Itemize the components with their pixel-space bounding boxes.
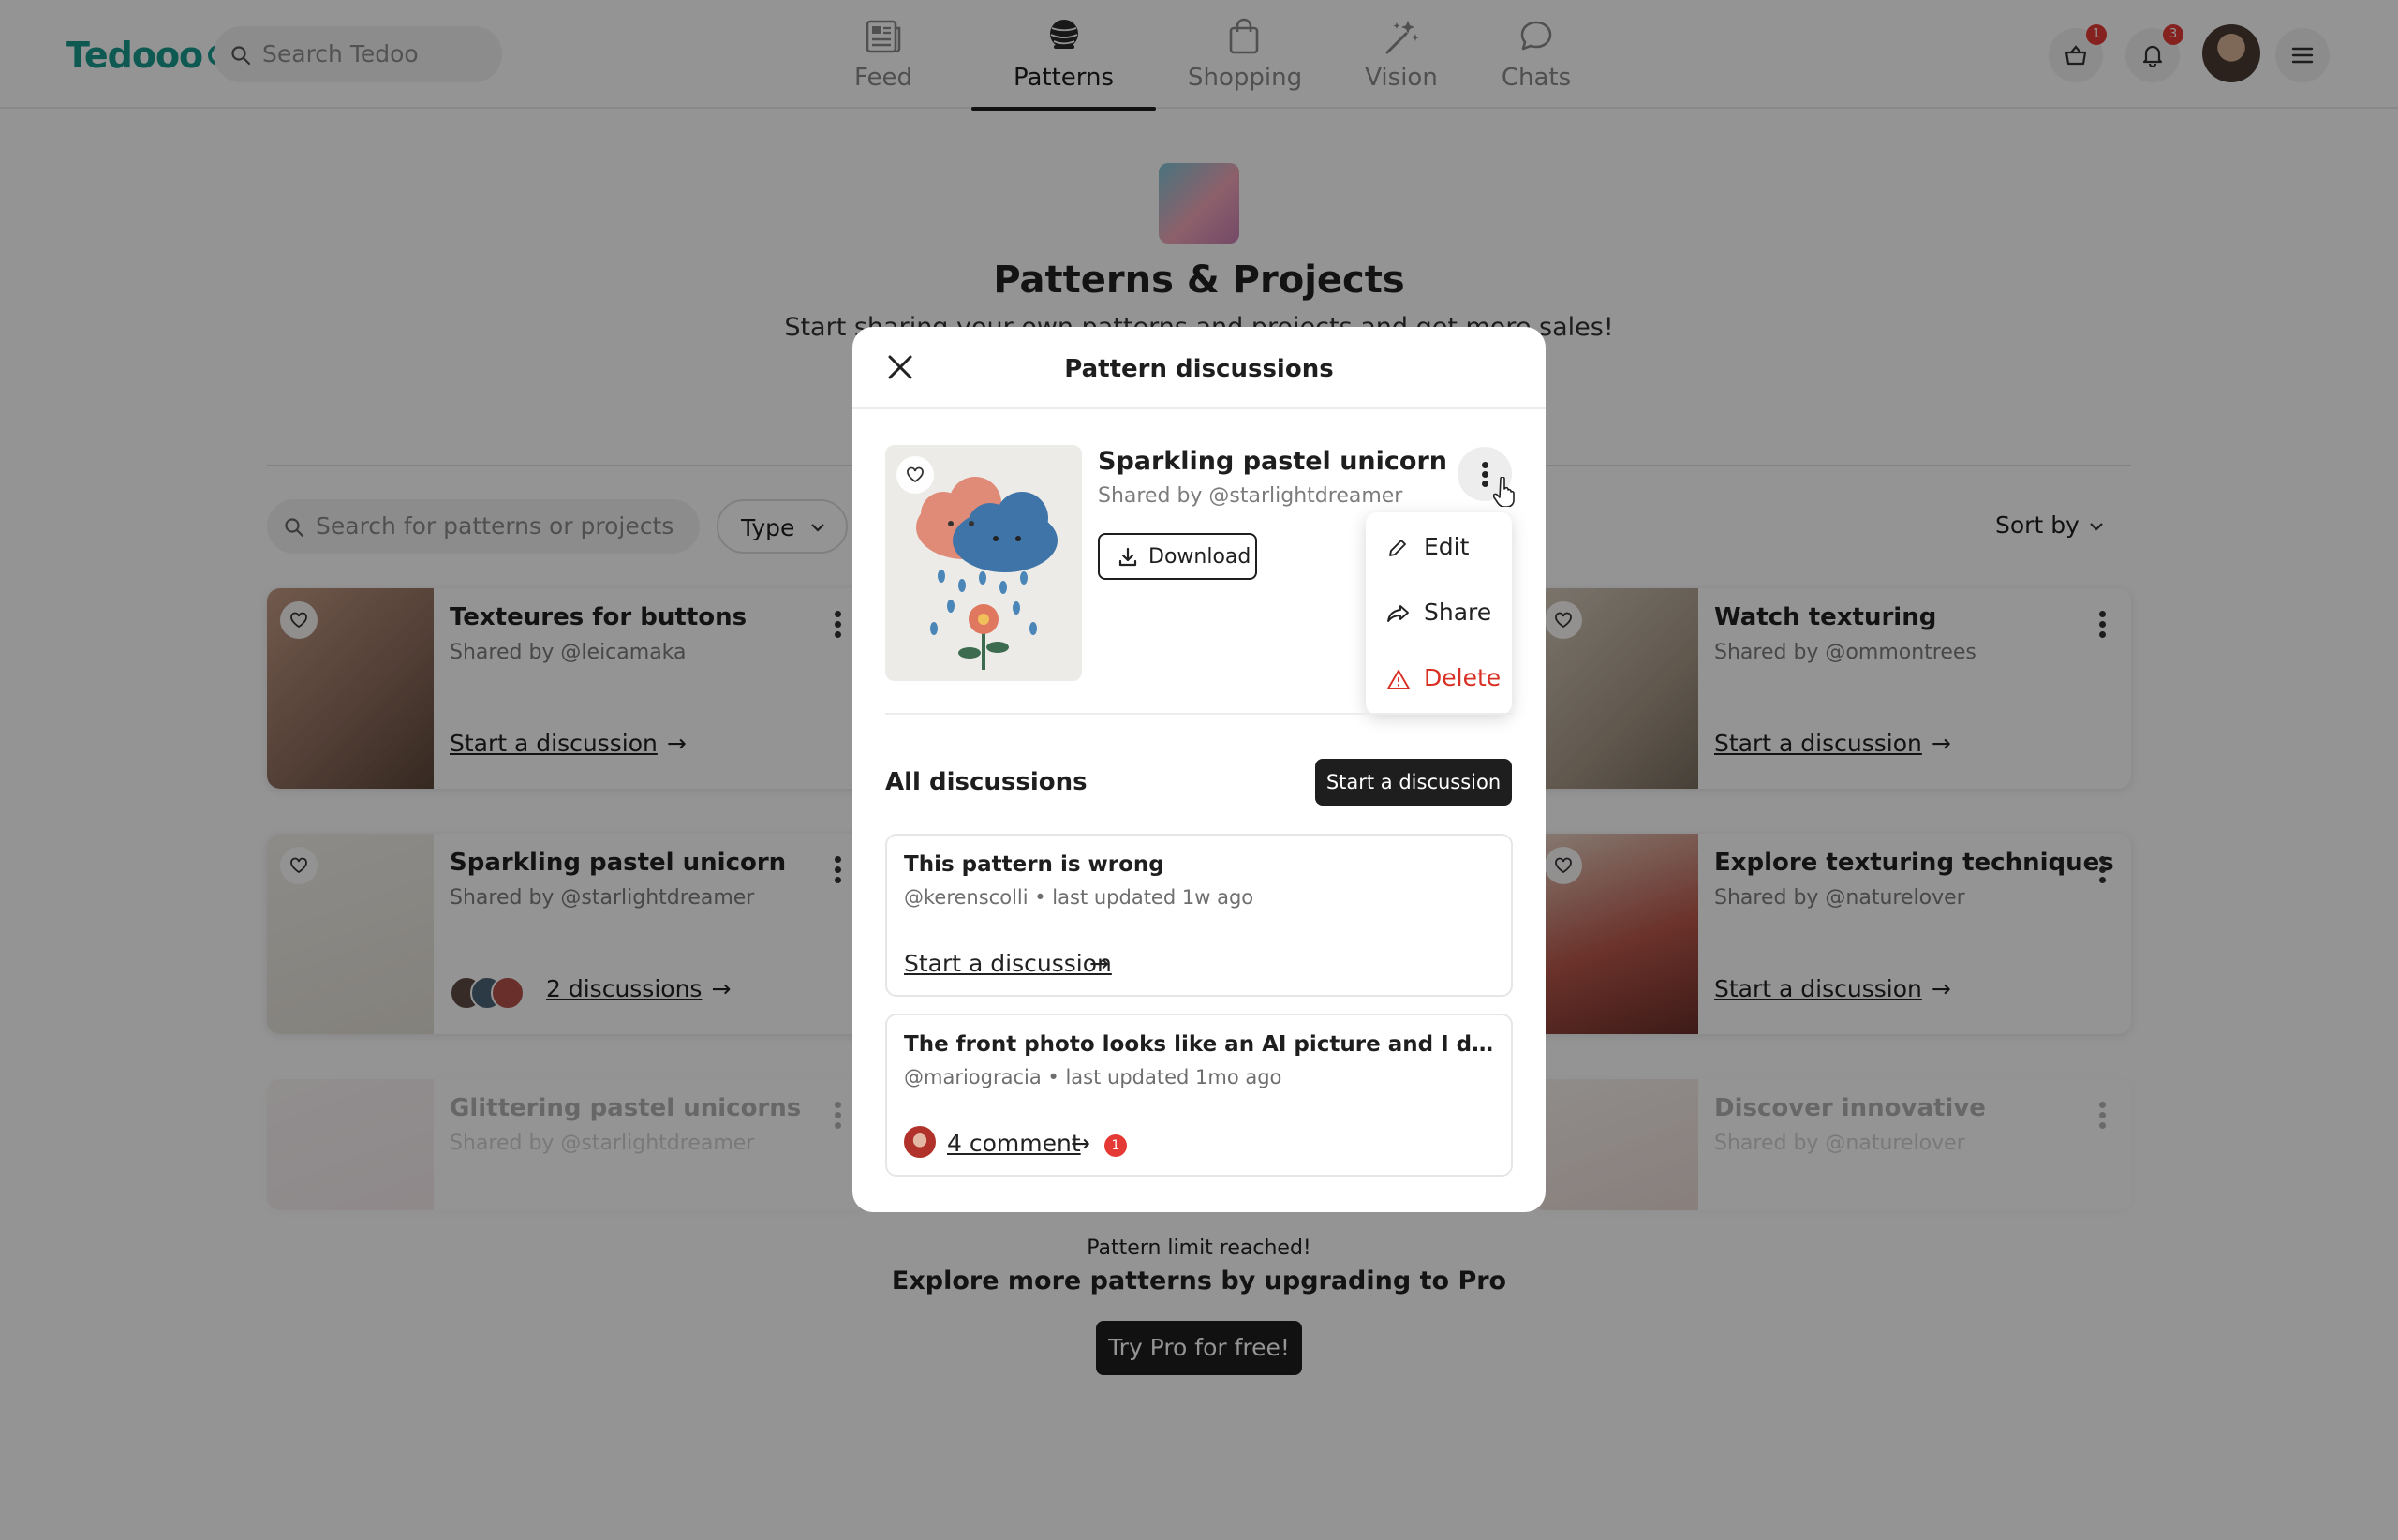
hand-cursor-icon	[1493, 477, 1515, 507]
comments-link[interactable]: 4 comment	[947, 1130, 1081, 1157]
share-menu-item[interactable]: Share	[1386, 599, 1491, 626]
modal-title: Pattern discussions	[1064, 355, 1334, 383]
start-discussion-link[interactable]: Start a discussion	[904, 950, 1112, 977]
arrow-right-icon: →	[1071, 1130, 1090, 1157]
start-discussion-button[interactable]: Start a discussion	[1315, 759, 1512, 806]
arrow-right-icon: →	[1089, 950, 1109, 977]
edit-menu-item[interactable]: Edit	[1386, 533, 1469, 560]
pencil-icon	[1389, 540, 1406, 556]
heart-icon	[907, 466, 924, 483]
pattern-options-menu: Edit Share Delete	[1366, 512, 1512, 715]
discussion-title: The front photo looks like an AI picture…	[904, 1032, 1503, 1057]
share-label: Share	[1424, 599, 1492, 626]
discussion-card[interactable]: The front photo looks like an AI picture…	[885, 1014, 1513, 1177]
download-button[interactable]: Download	[1098, 533, 1257, 580]
pattern-image	[885, 445, 1082, 681]
download-label: Download	[1148, 545, 1251, 569]
favorite-button[interactable]	[896, 456, 934, 494]
discussion-card[interactable]: This pattern is wrong @kerenscolli • las…	[885, 834, 1513, 997]
edit-label: Edit	[1424, 533, 1470, 560]
pattern-author: Shared by @starlightdreamer	[1098, 484, 1403, 508]
delete-label: Delete	[1424, 664, 1502, 691]
all-discussions-heading: All discussions	[885, 768, 1088, 796]
pattern-title: Sparkling pastel unicorn	[1098, 447, 1448, 476]
discussion-meta: @kerenscolli • last updated 1w ago	[904, 886, 1254, 909]
share-icon	[1387, 605, 1409, 622]
download-icon	[1118, 547, 1137, 567]
modal-header: Pattern discussions	[852, 327, 1546, 409]
delete-menu-item[interactable]: Delete	[1386, 664, 1501, 691]
warning-triangle-icon	[1387, 670, 1410, 689]
unread-badge: 1	[1104, 1134, 1127, 1157]
pattern-discussions-modal: Pattern discussions Sparkling pastel uni…	[852, 327, 1546, 1212]
discussion-meta: @mariogracia • last updated 1mo ago	[904, 1066, 1282, 1088]
modal-divider	[885, 713, 1513, 715]
discussion-title: This pattern is wrong	[904, 852, 1164, 877]
commenter-avatar	[904, 1126, 936, 1158]
